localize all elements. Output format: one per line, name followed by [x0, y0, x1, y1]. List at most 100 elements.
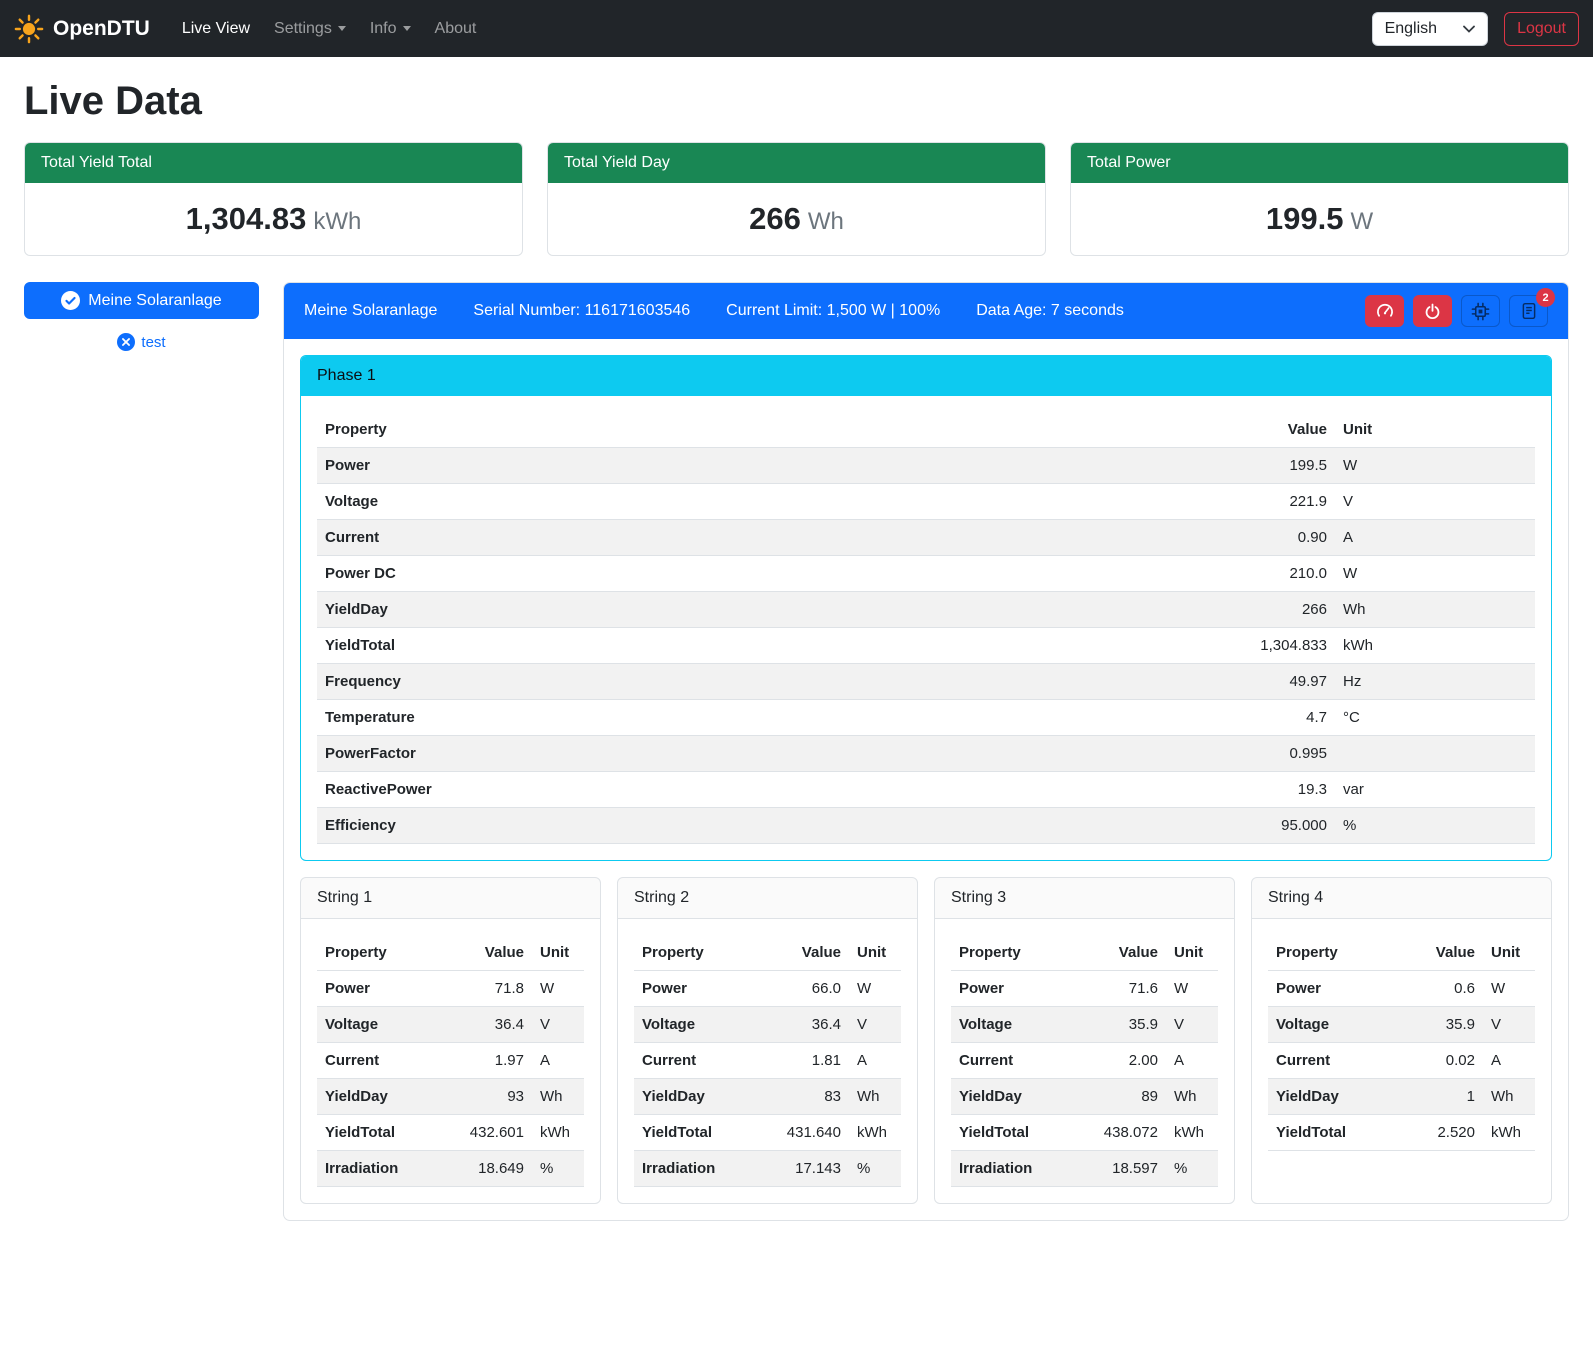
- card-title: Total Yield Total: [25, 143, 522, 183]
- journal-icon: [1520, 302, 1538, 320]
- property-cell: Irradiation: [951, 1151, 1088, 1187]
- nav-links: Live View Settings Info About: [170, 12, 489, 46]
- x-circle-icon[interactable]: [117, 333, 135, 351]
- inverter-panel-header: Meine Solaranlage Serial Number: 1161716…: [284, 283, 1568, 339]
- unit-cell: %: [1335, 808, 1535, 844]
- col-value: Value: [1195, 412, 1335, 448]
- unit-cell: A: [1335, 520, 1535, 556]
- table-row: Voltage 221.9 V: [317, 484, 1535, 520]
- property-cell: Current: [317, 1043, 454, 1079]
- table-header-row: Property Value Unit: [1268, 935, 1535, 971]
- page-container: Live Data Total Yield Total 1,304.83kWh …: [0, 57, 1593, 1249]
- property-cell: YieldTotal: [634, 1115, 771, 1151]
- phase-title: Phase 1: [301, 356, 1551, 396]
- property-cell: Voltage: [634, 1007, 771, 1043]
- strings-row: String 1 Property Value Unit: [300, 877, 1552, 1204]
- unit-cell: Wh: [1335, 592, 1535, 628]
- inverter-data-age: Data Age: 7 seconds: [976, 302, 1124, 320]
- language-select[interactable]: English: [1372, 12, 1488, 46]
- string-card-2: String 2 Property Value Unit: [617, 877, 918, 1204]
- card-value-row: 266Wh: [548, 183, 1045, 255]
- navbar: OpenDTU Live View Settings Info About En…: [0, 0, 1593, 57]
- value-cell: 36.4: [771, 1007, 849, 1043]
- value-cell: 0.02: [1405, 1043, 1483, 1079]
- logout-button[interactable]: Logout: [1504, 12, 1579, 46]
- unit-cell: A: [1483, 1043, 1535, 1079]
- unit-cell: A: [532, 1043, 584, 1079]
- nav-item-settings[interactable]: Settings: [262, 12, 358, 46]
- cpu-icon: [1471, 302, 1490, 321]
- unit-cell: Hz: [1335, 664, 1535, 700]
- value-cell: 0.90: [1195, 520, 1335, 556]
- value-cell: 266: [1195, 592, 1335, 628]
- string-card-1: String 1 Property Value Unit: [300, 877, 601, 1204]
- brand[interactable]: OpenDTU: [14, 14, 150, 44]
- property-cell: Power: [951, 971, 1088, 1007]
- table-header-row: Property Value Unit: [317, 935, 584, 971]
- value-cell: 35.9: [1405, 1007, 1483, 1043]
- value-cell: 199.5: [1195, 448, 1335, 484]
- unit-cell: W: [1166, 971, 1218, 1007]
- inverter-panel-body: Phase 1 Property Value Unit: [284, 339, 1568, 1220]
- card-unit: W: [1350, 208, 1373, 235]
- col-property: Property: [317, 935, 454, 971]
- property-cell: Voltage: [317, 1007, 454, 1043]
- event-log-button[interactable]: 2: [1509, 295, 1548, 327]
- nav-right: English Logout: [1372, 12, 1579, 46]
- nav-item-info[interactable]: Info: [358, 12, 423, 46]
- value-cell: 1.97: [454, 1043, 532, 1079]
- sidebar-item-test[interactable]: test: [24, 333, 259, 351]
- value-cell: 71.6: [1088, 971, 1166, 1007]
- property-cell: YieldTotal: [317, 628, 1195, 664]
- unit-cell: W: [849, 971, 901, 1007]
- language-value: English: [1385, 20, 1437, 38]
- unit-cell: V: [532, 1007, 584, 1043]
- table-row: Power DC 210.0 W: [317, 556, 1535, 592]
- property-cell: Voltage: [1268, 1007, 1405, 1043]
- chevron-down-icon: [1463, 25, 1475, 33]
- value-cell: 1: [1405, 1079, 1483, 1115]
- limit-settings-button[interactable]: [1365, 295, 1404, 327]
- value-cell: 18.597: [1088, 1151, 1166, 1187]
- nav-item-about[interactable]: About: [423, 12, 489, 46]
- table-header-row: Property Value Unit: [634, 935, 901, 971]
- table-row: Frequency 49.97 Hz: [317, 664, 1535, 700]
- unit-cell: %: [532, 1151, 584, 1187]
- property-cell: YieldDay: [951, 1079, 1088, 1115]
- value-cell: 2.00: [1088, 1043, 1166, 1079]
- value-cell: 1,304.833: [1195, 628, 1335, 664]
- power-button[interactable]: [1413, 295, 1452, 327]
- device-info-button[interactable]: [1461, 295, 1500, 327]
- chevron-down-icon: [338, 26, 346, 31]
- string-card-4: String 4 Property Value Unit: [1251, 877, 1552, 1204]
- string-title: String 2: [618, 878, 917, 919]
- card-value-row: 199.5W: [1071, 183, 1568, 255]
- phase-card: Phase 1 Property Value Unit: [300, 355, 1552, 861]
- table-row: YieldDay 266 Wh: [317, 592, 1535, 628]
- table-row: Current 0.02 A: [1268, 1043, 1535, 1079]
- table-row: YieldTotal 431.640 kWh: [634, 1115, 901, 1151]
- col-unit: Unit: [1166, 935, 1218, 971]
- value-cell: 0.995: [1195, 736, 1335, 772]
- table-row: Voltage 36.4 V: [634, 1007, 901, 1043]
- property-cell: Current: [317, 520, 1195, 556]
- string-title: String 4: [1252, 878, 1551, 919]
- col-value: Value: [454, 935, 532, 971]
- card-total-yield-day: Total Yield Day 266Wh: [547, 142, 1046, 256]
- value-cell: 36.4: [454, 1007, 532, 1043]
- value-cell: 4.7: [1195, 700, 1335, 736]
- value-cell: 66.0: [771, 971, 849, 1007]
- sidebar: Meine Solaranlage test: [24, 282, 259, 351]
- property-cell: YieldDay: [317, 1079, 454, 1115]
- inverter-select-button[interactable]: Meine Solaranlage: [24, 282, 259, 319]
- table-row: Current 0.90 A: [317, 520, 1535, 556]
- table-row: YieldDay 93 Wh: [317, 1079, 584, 1115]
- nav-item-live-view[interactable]: Live View: [170, 12, 262, 46]
- property-cell: YieldTotal: [317, 1115, 454, 1151]
- unit-cell: W: [1335, 448, 1535, 484]
- property-cell: YieldTotal: [951, 1115, 1088, 1151]
- card-value-row: 1,304.83kWh: [25, 183, 522, 255]
- value-cell: 49.97: [1195, 664, 1335, 700]
- string-table: Property Value Unit Power: [951, 935, 1218, 1187]
- page-title: Live Data: [24, 79, 1569, 124]
